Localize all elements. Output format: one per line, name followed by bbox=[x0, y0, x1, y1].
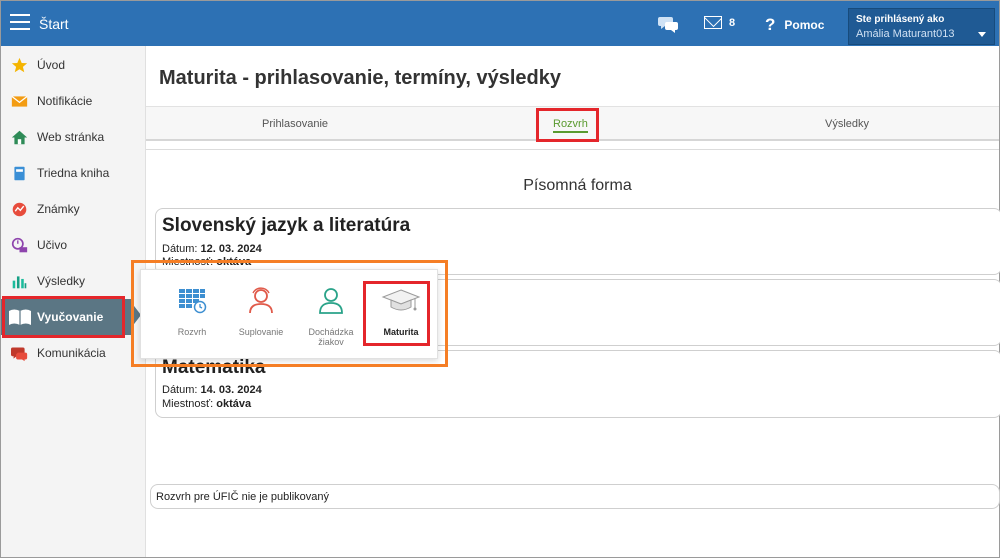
attendance-person-icon bbox=[319, 288, 343, 314]
hamburger-menu-icon[interactable] bbox=[10, 14, 30, 32]
sidebar-item-label: Web stránka bbox=[37, 130, 105, 144]
help-button[interactable]: ? Pomoc bbox=[765, 15, 824, 35]
exam-date-line: Dátum: 12. 03. 2024 bbox=[162, 243, 262, 255]
messages-button[interactable]: 8 bbox=[704, 16, 735, 29]
exam-room-line: Miestnosť: oktáva bbox=[162, 256, 251, 268]
sidebar-item-uvod[interactable]: Úvod bbox=[1, 47, 146, 83]
vyucovanie-submenu: Rozvrh Suplovanie Dochádzka žiakov Matur… bbox=[140, 269, 438, 359]
page-title: Maturita - prihlasovanie, termíny, výsle… bbox=[159, 67, 561, 89]
chat-bubbles-icon[interactable] bbox=[658, 14, 680, 34]
date-label: Dátum: bbox=[162, 243, 198, 255]
sidebar-item-label: Komunikácia bbox=[37, 346, 106, 360]
help-label: Pomoc bbox=[784, 18, 825, 32]
submenu-item-label: Dochádzka žiakov bbox=[308, 327, 354, 347]
sidebar-item-vysledky[interactable]: Výsledky bbox=[1, 263, 146, 299]
home-icon bbox=[11, 130, 28, 145]
date-label: Dátum: bbox=[162, 384, 198, 396]
section-title: Písomná forma bbox=[523, 177, 632, 194]
home-link[interactable]: Štart bbox=[39, 16, 69, 32]
timetable-note: Rozvrh pre ÚFIČ nie je publikovaný bbox=[150, 484, 1000, 509]
top-bar: Štart 8 ? Pomoc Ste prihlásený ako Amáli… bbox=[1, 1, 999, 46]
sidebar-item-label: Učivo bbox=[37, 238, 68, 252]
envelope-icon bbox=[11, 95, 28, 107]
exam-card: Slovenský jazyk a literatúra Dátum: 12. … bbox=[155, 208, 1000, 275]
exam-subject: Slovenský jazyk a literatúra bbox=[162, 215, 411, 236]
room-label: Miestnosť: bbox=[162, 398, 214, 410]
star-icon bbox=[11, 57, 28, 73]
timetable-icon bbox=[179, 289, 207, 314]
room-label: Miestnosť: bbox=[162, 256, 214, 268]
open-book-icon bbox=[9, 309, 31, 325]
unread-count-badge: 8 bbox=[729, 16, 736, 29]
submenu-item-suplovanie[interactable]: Suplovanie bbox=[230, 270, 292, 360]
chevron-down-icon bbox=[978, 32, 986, 37]
sidebar-item-znamky[interactable]: Známky bbox=[1, 191, 146, 227]
submenu-item-label: Rozvrh bbox=[177, 327, 207, 337]
substitute-person-icon bbox=[249, 287, 273, 314]
user-name: Amália Maturant013 bbox=[856, 28, 955, 40]
sidebar-item-ucivo[interactable]: Učivo bbox=[1, 227, 146, 263]
sidebar-item-triedna-kniha[interactable]: Triedna kniha bbox=[1, 155, 146, 191]
exam-date-line: Dátum: 14. 03. 2024 bbox=[162, 384, 262, 396]
sidebar-item-komunikacia[interactable]: Komunikácia bbox=[1, 335, 146, 371]
curriculum-icon bbox=[11, 237, 28, 253]
exam-subject: Matematika bbox=[162, 357, 266, 378]
exam-date: 14. 03. 2024 bbox=[200, 384, 262, 396]
tab-vysledky[interactable]: Výsledky bbox=[825, 118, 869, 130]
sidebar-item-label: Notifikácie bbox=[37, 94, 93, 108]
exam-room: oktáva bbox=[216, 398, 252, 410]
chat-icon bbox=[11, 347, 28, 362]
book-icon bbox=[14, 166, 25, 181]
sidebar-item-web-stranka[interactable]: Web stránka bbox=[1, 119, 146, 155]
sidebar-item-label: Triedna kniha bbox=[37, 166, 110, 180]
tab-prihlasovanie[interactable]: Prihlasovanie bbox=[262, 118, 328, 130]
submenu-item-dochadzka-ziakov[interactable]: Dochádzka žiakov bbox=[300, 270, 362, 360]
exam-date: 12. 03. 2024 bbox=[200, 243, 262, 255]
user-menu[interactable]: Ste prihlásený ako Amália Maturant013 bbox=[848, 8, 995, 45]
bar-chart-icon bbox=[12, 276, 27, 289]
grades-icon bbox=[12, 202, 27, 217]
submenu-item-label: Maturita bbox=[383, 327, 419, 337]
sidebar-item-label: Výsledky bbox=[37, 274, 86, 288]
divider bbox=[146, 149, 999, 150]
sidebar-item-label: Vyučovanie bbox=[37, 310, 104, 324]
exam-card: Matematika Dátum: 14. 03. 2024 Miestnosť… bbox=[155, 350, 1000, 418]
graduation-cap-icon bbox=[381, 289, 421, 311]
submenu-item-label: Suplovanie bbox=[238, 327, 284, 337]
sidebar-item-vyucovanie[interactable]: Vyučovanie bbox=[1, 299, 131, 335]
tab-rozvrh[interactable]: Rozvrh bbox=[553, 118, 588, 133]
sidebar-item-notifikacie[interactable]: Notifikácie bbox=[1, 83, 146, 119]
submenu-item-rozvrh[interactable]: Rozvrh bbox=[161, 270, 223, 360]
logged-in-label: Ste prihlásený ako bbox=[856, 14, 945, 25]
submenu-item-maturita[interactable]: Maturita bbox=[370, 270, 432, 360]
sidebar-item-label: Úvod bbox=[37, 58, 66, 72]
envelope-icon bbox=[704, 16, 722, 29]
tab-bar: Prihlasovanie Rozvrh Výsledky bbox=[146, 106, 999, 141]
exam-room-line: Miestnosť: oktáva bbox=[162, 398, 251, 410]
sidebar-item-label: Známky bbox=[37, 202, 80, 216]
sidebar: Úvod Notifikácie Web stránka Triedna kni… bbox=[1, 46, 146, 557]
exam-room: oktáva bbox=[216, 256, 252, 268]
question-mark-icon: ? bbox=[765, 15, 776, 34]
